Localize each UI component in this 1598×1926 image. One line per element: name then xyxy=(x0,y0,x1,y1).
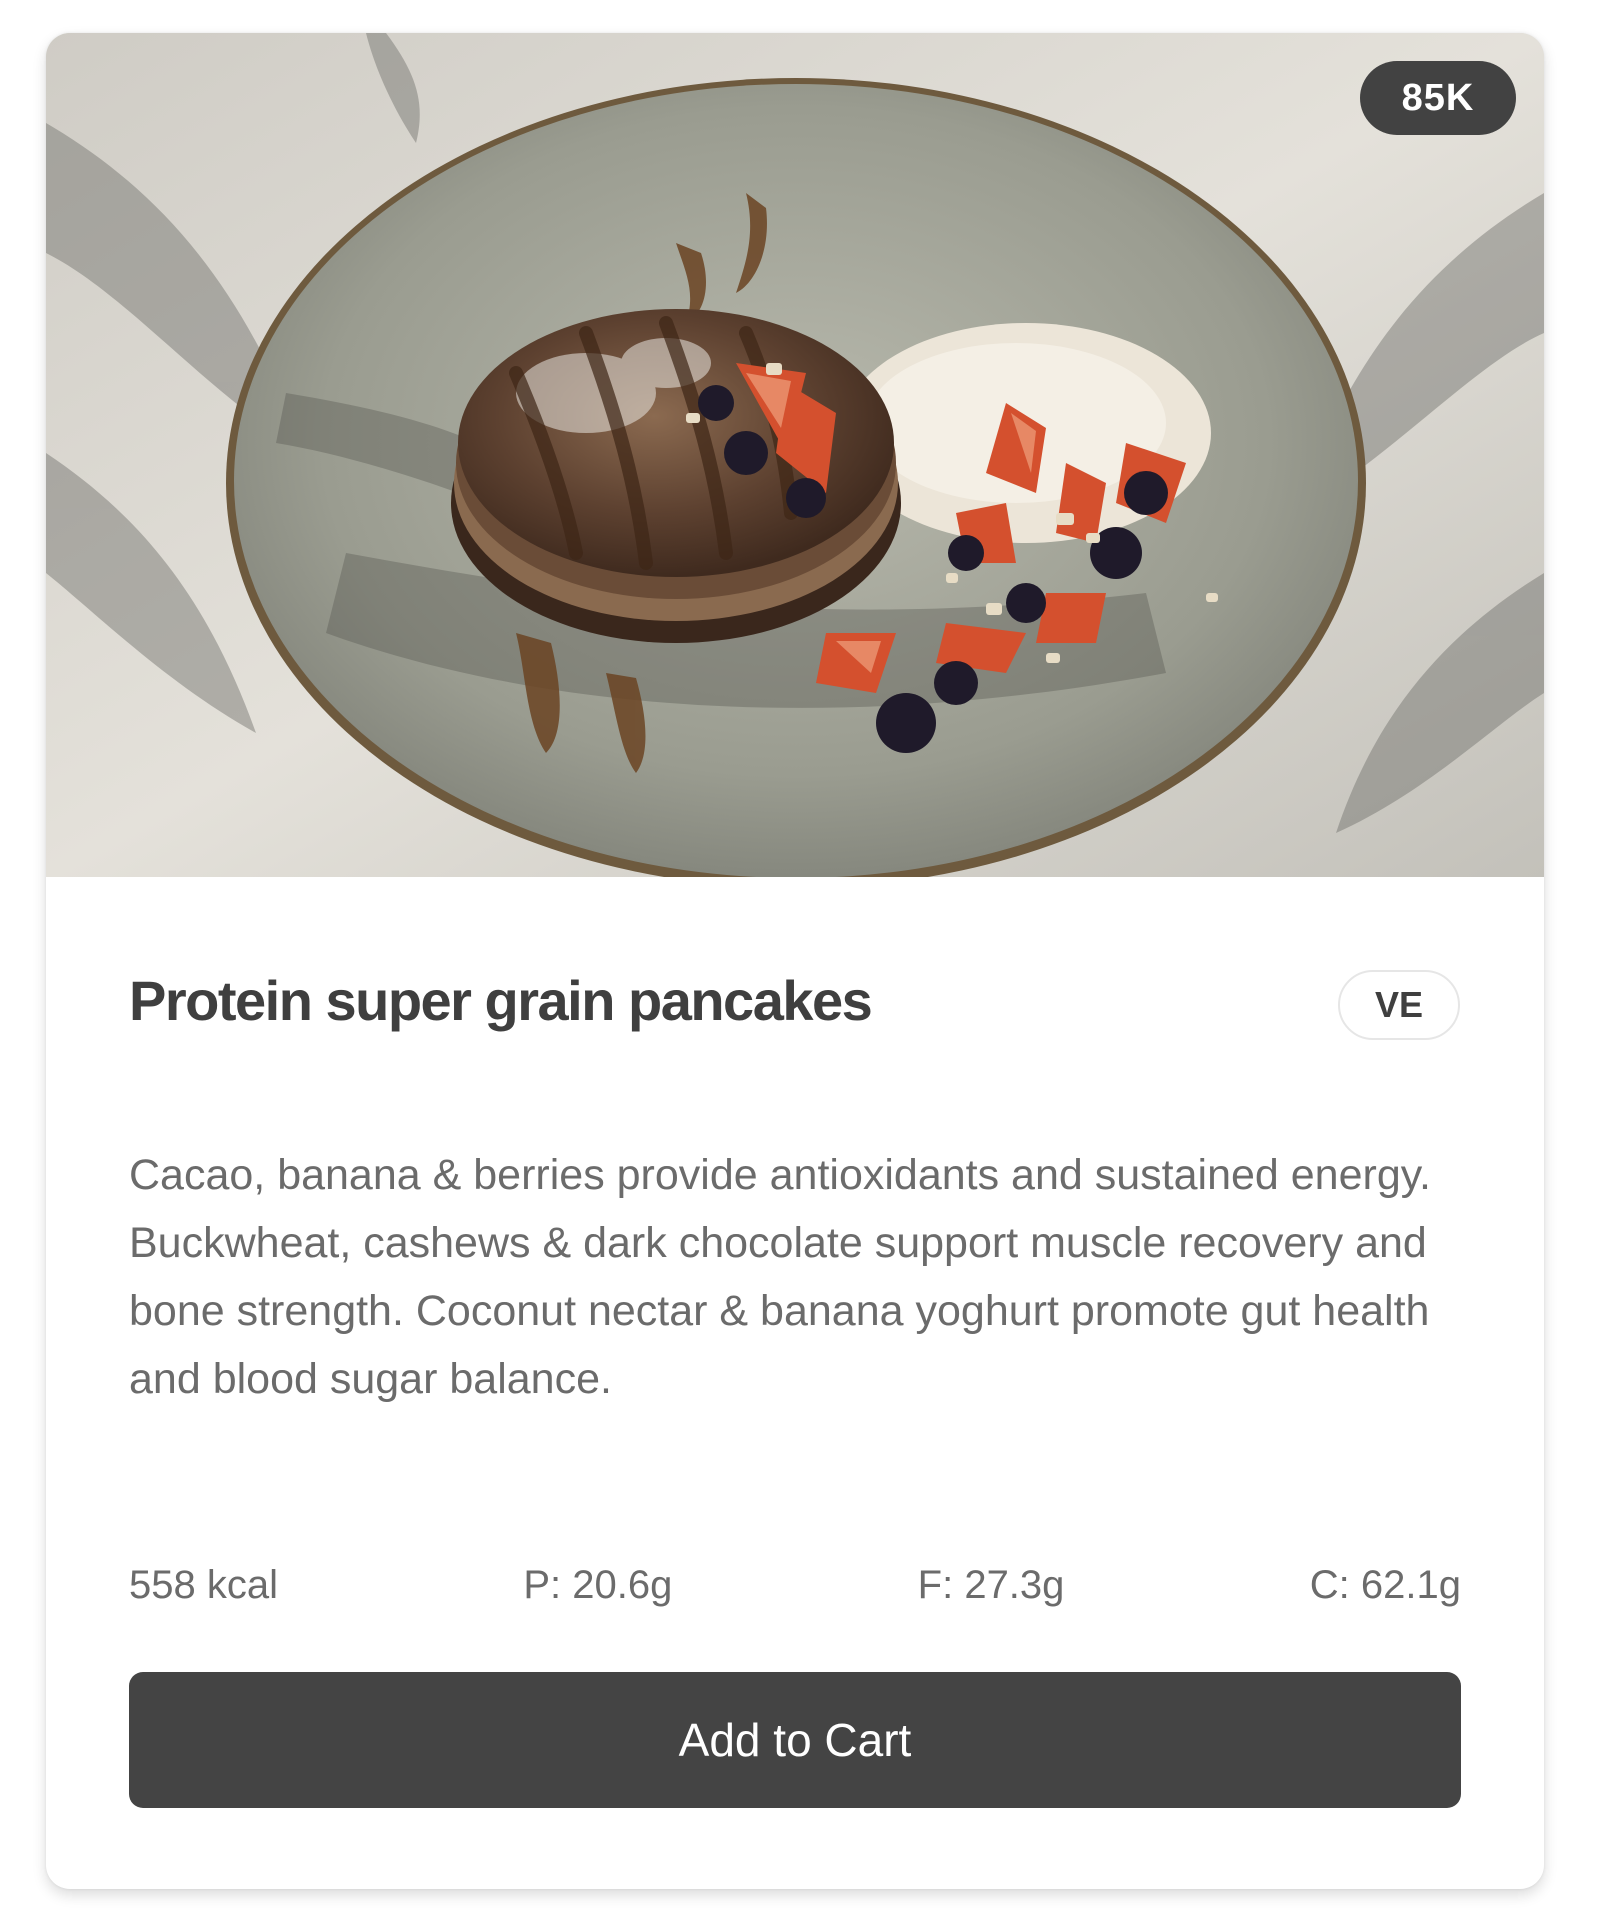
protein-value: P: 20.6g xyxy=(523,1563,673,1607)
product-card: 85K Protein super grain pancakes VE Caca… xyxy=(46,33,1544,1889)
pancake-plate-illustration xyxy=(46,33,1544,877)
nutrition-row: 558 kcal P: 20.6g F: 27.3g C: 62.1g xyxy=(129,1563,1461,1608)
product-description: Cacao, banana & berries provide antioxid… xyxy=(129,1151,1431,1403)
fat-value: F: 27.3g xyxy=(917,1563,1065,1607)
carbs-value: C: 62.1g xyxy=(1309,1563,1461,1607)
product-title: Protein super grain pancakes xyxy=(129,969,873,1032)
diet-tag-badge: VE xyxy=(1338,970,1460,1040)
calories-value: 558 kcal xyxy=(129,1563,278,1607)
view-count-badge: 85K xyxy=(1360,61,1516,135)
add-to-cart-button[interactable]: Add to Cart xyxy=(129,1672,1461,1808)
product-photo: 85K xyxy=(46,33,1544,877)
